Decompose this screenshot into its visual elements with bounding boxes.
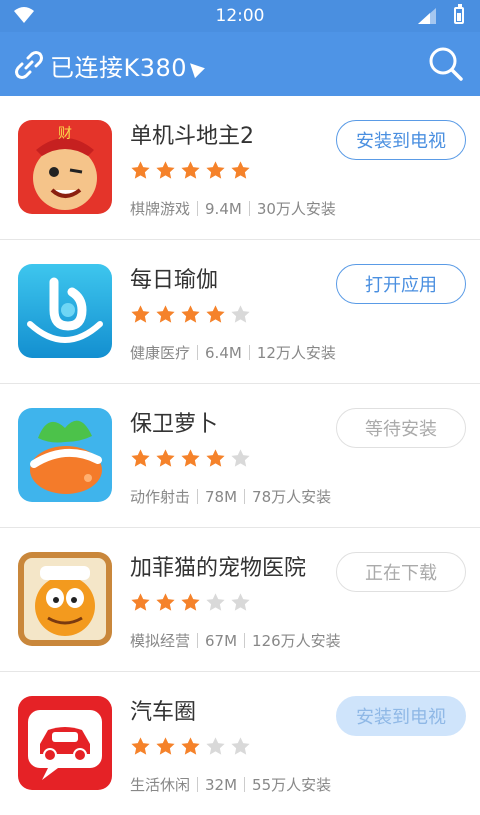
app-name: 保卫萝卜: [130, 412, 219, 437]
rating-stars: [130, 304, 251, 325]
app-size: 9.4M: [205, 199, 242, 218]
star-filled-icon: [231, 161, 250, 179]
star-filled-icon: [131, 449, 150, 467]
star-filled-icon: [131, 737, 150, 755]
list-item[interactable]: 保卫萝卜 动作射击 78M 78万人安装 等待安装: [0, 384, 480, 528]
link-icon[interactable]: [14, 50, 44, 80]
star-empty-icon: [231, 449, 250, 467]
app-category: 模拟经营: [130, 632, 191, 650]
divider: [197, 345, 199, 360]
rating-stars: [130, 160, 251, 181]
divider: [248, 201, 250, 216]
app-size: 32M: [205, 775, 238, 794]
app-installs: 55万人安装: [252, 776, 332, 794]
list-item[interactable]: 财 单机斗地主2 棋牌游戏 9.4M 30万人安装 安装到电视: [0, 96, 480, 240]
battery-icon: [454, 4, 464, 24]
app-installs: 78万人安装: [252, 488, 332, 506]
app-installs: 30万人安装: [256, 200, 336, 218]
star-empty-icon: [206, 737, 225, 755]
app-category: 动作射击: [130, 488, 191, 506]
star-filled-icon: [181, 737, 200, 755]
rating-stars: [130, 592, 251, 613]
star-filled-icon: [156, 161, 175, 179]
star-filled-icon: [156, 305, 175, 323]
list-item[interactable]: 加菲猫的宠物医院 模拟经营 67M 126万人安装 正在下载: [0, 528, 480, 672]
app-meta: 健康医疗 6.4M 12万人安装: [130, 342, 336, 363]
star-filled-icon: [206, 161, 225, 179]
divider: [197, 777, 199, 792]
app-size: 6.4M: [205, 343, 242, 362]
app-installs: 12万人安装: [256, 344, 336, 362]
app-icon-carrot: [18, 408, 112, 502]
app-size: 67M: [205, 631, 238, 650]
status-bar: 12:00: [0, 0, 480, 32]
star-filled-icon: [181, 449, 200, 467]
app-list: 财 单机斗地主2 棋牌游戏 9.4M 30万人安装 安装到电视 每日瑜伽 健康医…: [0, 96, 480, 815]
star-filled-icon: [181, 305, 200, 323]
divider: [197, 633, 199, 648]
app-installs: 126万人安装: [252, 632, 341, 650]
dropdown-caret-icon[interactable]: [185, 58, 205, 79]
star-empty-icon: [231, 305, 250, 323]
divider: [244, 489, 246, 504]
signal-icon: [418, 8, 436, 24]
divider: [197, 489, 199, 504]
list-item[interactable]: 汽车圈 生活休闲 32M 55万人安装 安装到电视: [0, 672, 480, 815]
app-category: 生活休闲: [130, 776, 191, 794]
star-empty-icon: [231, 737, 250, 755]
star-filled-icon: [206, 449, 225, 467]
star-filled-icon: [131, 305, 150, 323]
app-meta: 生活休闲 32M 55万人安装: [130, 774, 331, 795]
star-filled-icon: [156, 593, 175, 611]
star-filled-icon: [156, 737, 175, 755]
app-icon-car: [18, 696, 112, 790]
star-empty-icon: [231, 593, 250, 611]
star-filled-icon: [156, 449, 175, 467]
divider: [248, 345, 250, 360]
app-name: 加菲猫的宠物医院: [130, 556, 307, 581]
divider: [244, 777, 246, 792]
install-to-tv-button[interactable]: 安装到电视: [336, 696, 466, 736]
app-category: 棋牌游戏: [130, 200, 191, 218]
rating-stars: [130, 736, 251, 757]
divider: [197, 201, 199, 216]
star-filled-icon: [181, 161, 200, 179]
app-icon-doudizhu: 财: [18, 120, 112, 214]
app-icon-yoga: [18, 264, 112, 358]
star-filled-icon: [181, 593, 200, 611]
app-name: 单机斗地主2: [130, 124, 254, 149]
app-name: 汽车圈: [130, 700, 197, 725]
app-meta: 模拟经营 67M 126万人安装: [130, 630, 341, 651]
app-meta: 棋牌游戏 9.4M 30万人安装: [130, 198, 336, 219]
star-filled-icon: [131, 161, 150, 179]
app-name: 每日瑜伽: [130, 268, 219, 293]
svg-text:财: 财: [58, 126, 72, 142]
divider: [244, 633, 246, 648]
rating-stars: [130, 448, 251, 469]
star-filled-icon: [131, 593, 150, 611]
waiting-install-button[interactable]: 等待安装: [336, 408, 466, 448]
open-app-button[interactable]: 打开应用: [336, 264, 466, 304]
status-time: 12:00: [215, 6, 265, 26]
app-meta: 动作射击 78M 78万人安装: [130, 486, 331, 507]
toolbar: 已连接K380: [0, 32, 480, 96]
star-empty-icon: [206, 593, 225, 611]
search-icon[interactable]: [428, 46, 464, 82]
connection-title[interactable]: 已连接K380: [50, 48, 187, 83]
app-icon-garfield: [18, 552, 112, 646]
star-filled-icon: [206, 305, 225, 323]
downloading-button[interactable]: 正在下载: [336, 552, 466, 592]
app-category: 健康医疗: [130, 344, 191, 362]
list-item[interactable]: 每日瑜伽 健康医疗 6.4M 12万人安装 打开应用: [0, 240, 480, 384]
app-size: 78M: [205, 487, 238, 506]
install-to-tv-button[interactable]: 安装到电视: [336, 120, 466, 160]
